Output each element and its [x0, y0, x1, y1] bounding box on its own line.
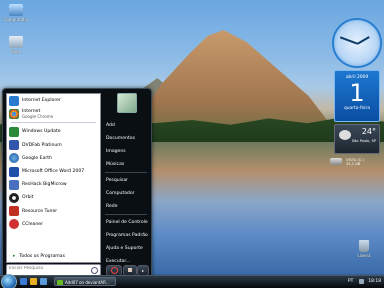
system-tray: PT 18:18	[344, 276, 384, 288]
start-right-item[interactable]: Add	[102, 119, 150, 132]
taskbar-clock[interactable]: 18:18	[368, 279, 381, 284]
internet-explorer-icon	[9, 95, 19, 106]
desktop-icon-label: Computador	[3, 17, 29, 22]
start-item-resource-tuner[interactable]: Resource Tuner	[7, 205, 100, 218]
start-menu: Internet Explorer Internet Google Chrome…	[2, 88, 152, 278]
start-search-input[interactable]	[7, 265, 91, 272]
program-sublabel: Google Chrome	[22, 113, 54, 119]
calendar-day: 1	[349, 79, 365, 107]
menu-separator	[105, 172, 147, 173]
program-label: Microsoft Office Word 2007	[22, 169, 85, 175]
show-desktop-icon[interactable]	[20, 278, 27, 285]
desktop-icon-computer[interactable]: Computador	[2, 4, 30, 22]
start-menu-programs-pane: Internet Explorer Internet Google Chrome…	[6, 93, 101, 263]
program-label: CCleaner	[22, 221, 43, 227]
recycle-bin-label: Lixeira	[357, 253, 371, 258]
start-menu-places-pane: Add Documentos Imagens Músicas Pesquisar…	[102, 93, 150, 264]
all-programs-label: Todos os Programas	[19, 254, 65, 259]
weather-location: São Paulo, SP	[351, 139, 376, 143]
start-item-windows-update[interactable]: Windows Update	[7, 125, 100, 138]
dvdfab-icon	[9, 140, 19, 151]
all-programs-button[interactable]: ▸ Todos os Programas	[13, 254, 65, 259]
calendar-gadget[interactable]: abril 2009 1 quarta-feira	[334, 70, 380, 122]
weather-temperature: 24°	[361, 127, 376, 136]
start-item-google-earth[interactable]: Google Earth	[7, 152, 100, 165]
taskbar-button-browser[interactable]: Add07 on deviantAR...	[54, 277, 116, 286]
windows-update-icon	[9, 126, 19, 137]
hard-drive-icon	[330, 158, 342, 165]
arrow-right-icon: ▸	[13, 254, 16, 259]
lock-icon	[128, 268, 132, 272]
program-label: Internet Explorer	[22, 98, 61, 104]
desktop-icon-network[interactable]: Rede	[2, 36, 30, 54]
calendar-weekday: quarta-feira	[343, 106, 371, 111]
power-icon	[111, 267, 118, 274]
taskbar: Add07 on deviantAR... PT 18:18	[0, 274, 384, 288]
drive-gadget[interactable]: VISTA (C:) 25,1 GB	[330, 156, 380, 174]
drive-size: 25,1 GB	[346, 162, 361, 166]
start-right-item[interactable]: Músicas	[102, 158, 150, 171]
start-right-item[interactable]: Programas Padrão	[102, 229, 150, 242]
taskbar-button-label: Add07 on deviantAR...	[65, 280, 110, 285]
program-label: ResHack BigMicrow	[22, 182, 67, 188]
start-button[interactable]	[1, 274, 17, 288]
orbit-icon	[9, 192, 19, 203]
program-label: Resource Tuner	[22, 208, 58, 214]
language-indicator[interactable]: PT	[348, 279, 353, 284]
switch-windows-icon[interactable]	[40, 278, 47, 285]
recycle-bin-icon	[359, 240, 369, 252]
browser-icon	[57, 279, 63, 285]
cloud-icon	[339, 130, 351, 140]
program-label: Windows Update	[22, 129, 61, 135]
start-item-dvdfab[interactable]: DVDFab Platinum	[7, 139, 100, 152]
program-label: Orbit	[22, 195, 34, 201]
start-right-item[interactable]: Imagens	[102, 145, 150, 158]
program-label: DVDFab Platinum	[22, 142, 62, 148]
arrow-right-icon: ▸	[141, 268, 144, 273]
weather-gadget[interactable]: 24° São Paulo, SP	[334, 124, 380, 154]
google-earth-icon	[9, 153, 19, 164]
start-right-item[interactable]: Pesquisar	[102, 174, 150, 187]
start-item-orbit[interactable]: Orbit	[7, 191, 100, 204]
start-item-internet[interactable]: Internet Google Chrome	[7, 107, 100, 120]
start-item-internet-explorer[interactable]: Internet Explorer	[7, 94, 100, 107]
desktop-icon-recycle-bin[interactable]: Lixeira	[353, 240, 375, 258]
menu-separator	[11, 122, 96, 124]
clock-minute-hand	[339, 36, 358, 45]
start-right-item[interactable]: Documentos	[102, 132, 150, 145]
word-icon	[9, 166, 19, 177]
desktop-icon-label: Rede	[10, 49, 22, 54]
start-item-word-2007[interactable]: Microsoft Office Word 2007	[7, 165, 100, 178]
browser-quicklaunch-icon[interactable]	[30, 278, 37, 285]
start-right-item[interactable]: Rede	[102, 200, 150, 213]
chrome-icon	[9, 108, 19, 119]
search-icon[interactable]	[91, 267, 98, 274]
reshack-icon	[9, 179, 19, 190]
start-right-item[interactable]: Computador	[102, 187, 150, 200]
desktop: Computador Rede abril 2009 1 quarta-feir…	[0, 0, 384, 288]
user-picture[interactable]	[117, 93, 137, 113]
computer-icon	[9, 4, 23, 16]
clock-hour-hand	[356, 36, 370, 45]
network-icon	[9, 36, 23, 48]
program-label: Google Earth	[22, 155, 52, 161]
start-right-item[interactable]: Ajuda e Suporte	[102, 242, 150, 255]
resource-tuner-icon	[9, 206, 19, 217]
ccleaner-icon	[9, 219, 19, 230]
menu-separator	[105, 214, 147, 215]
clock-gadget[interactable]	[332, 18, 382, 68]
start-right-item[interactable]: Painel de Controle	[102, 216, 150, 229]
network-tray-icon[interactable]	[359, 279, 364, 284]
start-item-ccleaner[interactable]: CCleaner	[7, 218, 100, 231]
start-item-reshack[interactable]: ResHack BigMicrow	[7, 178, 100, 191]
